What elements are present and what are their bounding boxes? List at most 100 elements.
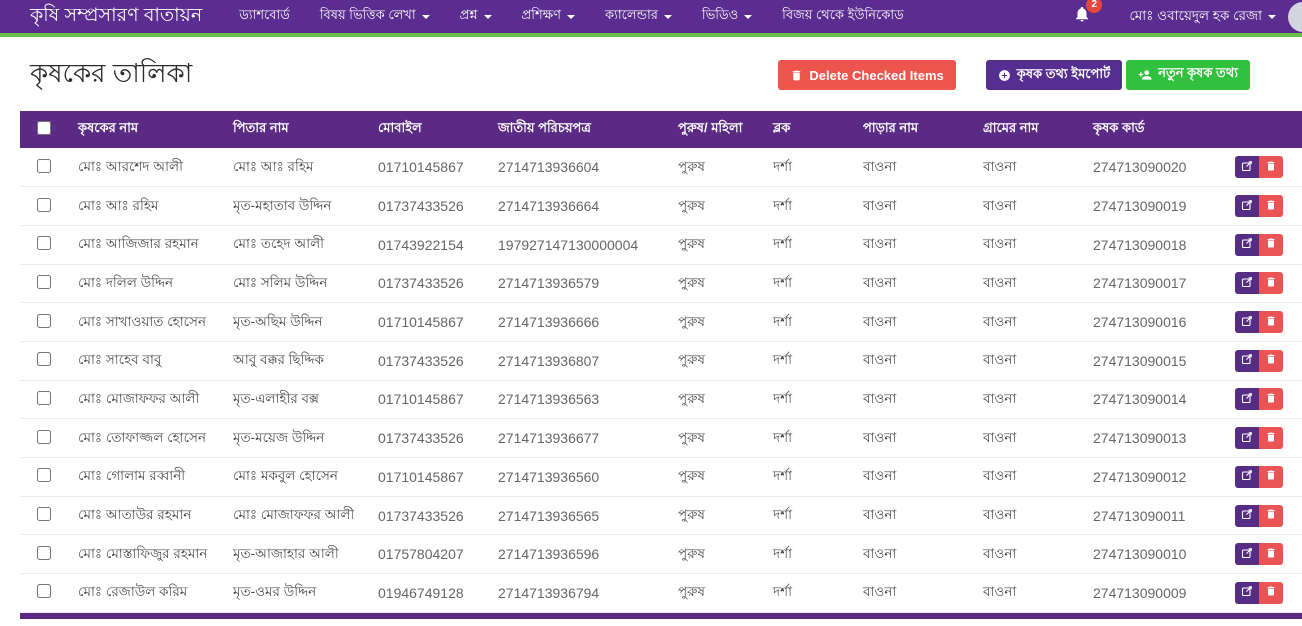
delete-button[interactable] <box>1259 156 1283 178</box>
farmer-name-cell: মোঃ মোস্তাফিজুর রহমান <box>70 535 225 574</box>
edit-button[interactable] <box>1235 156 1259 178</box>
row-checkbox[interactable] <box>37 430 51 444</box>
row-checkbox[interactable] <box>37 391 51 405</box>
delete-button[interactable] <box>1259 234 1283 256</box>
nav-item-5[interactable]: ভিডিও <box>687 6 767 27</box>
app-logo[interactable]: কৃষি সম্প্রসারণ বাতায়ন <box>30 1 202 33</box>
trash-icon <box>790 69 803 82</box>
actions-cell <box>1225 419 1302 458</box>
actions-cell <box>1225 458 1302 497</box>
row-checkbox-cell <box>20 380 70 419</box>
farmer-name-cell: মোঃ মোজাফফর আলী <box>70 380 225 419</box>
trash-icon <box>1265 585 1277 600</box>
delete-button[interactable] <box>1259 311 1283 333</box>
user-name: মোঃ ওবায়েদুল হক রেজা <box>1129 5 1262 28</box>
farmer-card-cell: 274713090015 <box>1085 341 1225 380</box>
row-checkbox[interactable] <box>37 314 51 328</box>
row-checkbox-cell <box>20 303 70 342</box>
edit-button[interactable] <box>1235 350 1259 372</box>
delete-button[interactable] <box>1259 543 1283 565</box>
edit-button[interactable] <box>1235 505 1259 527</box>
new-farmer-button[interactable]: নতুন কৃষক তথ্য <box>1126 60 1250 90</box>
row-checkbox[interactable] <box>37 468 51 482</box>
user-menu[interactable]: মোঃ ওবায়েদুল হক রেজা <box>1129 2 1302 32</box>
para-name-cell: বাওনা <box>855 341 975 380</box>
row-checkbox[interactable] <box>37 584 51 598</box>
navbar: কৃষি সম্প্রসারণ বাতায়ন ড্যাশবোর্ডবিষয় … <box>0 0 1302 37</box>
block-cell: দর্শা <box>765 458 855 497</box>
delete-checked-label: Delete Checked Items <box>809 68 943 83</box>
delete-button[interactable] <box>1259 195 1283 217</box>
row-checkbox[interactable] <box>37 236 51 250</box>
col-header-gender: পুরুষ/ মহিলা <box>670 111 765 148</box>
edit-button[interactable] <box>1235 466 1259 488</box>
gender-cell: পুরুষ <box>670 148 765 187</box>
edit-button[interactable] <box>1235 543 1259 565</box>
edit-button[interactable] <box>1235 272 1259 294</box>
table-row: মোঃ রেজাউল করিমমৃত-ওমর উদ্দিন01946749128… <box>20 574 1302 613</box>
delete-checked-button[interactable]: Delete Checked Items <box>778 60 955 90</box>
delete-button[interactable] <box>1259 505 1283 527</box>
row-checkbox[interactable] <box>37 159 51 173</box>
nid-cell: 2714713936563 <box>490 380 670 419</box>
nav-item-1[interactable]: বিষয় ভিত্তিক লেখা <box>305 6 445 27</box>
edit-button[interactable] <box>1235 234 1259 256</box>
trash-icon <box>1265 469 1277 484</box>
actions-cell <box>1225 574 1302 613</box>
delete-button[interactable] <box>1259 582 1283 604</box>
block-cell: দর্শা <box>765 574 855 613</box>
import-farmers-button[interactable]: কৃষক তথ্য ইমপোর্ট <box>986 60 1122 90</box>
row-checkbox[interactable] <box>37 275 51 289</box>
para-name-cell: বাওনা <box>855 225 975 264</box>
delete-button[interactable] <box>1259 388 1283 410</box>
father-name-cell: মোঃ মকবুল হোসেন <box>225 458 370 497</box>
edit-button[interactable] <box>1235 582 1259 604</box>
farmer-name-cell: মোঃ সাহেব বাবু <box>70 341 225 380</box>
mobile-cell: 01710145867 <box>370 303 490 342</box>
actions-cell <box>1225 187 1302 226</box>
table-row: মোঃ আতাউর রহমানমোঃ মোজাফফর আলী0173743352… <box>20 496 1302 535</box>
table-row: মোঃ তোফাজ্জল হোসেনমৃত-ময়েজ উদ্দিন017374… <box>20 419 1302 458</box>
actions-cell <box>1225 380 1302 419</box>
gender-cell: পুরুষ <box>670 496 765 535</box>
edit-button[interactable] <box>1235 388 1259 410</box>
mobile-cell: 01710145867 <box>370 458 490 497</box>
delete-button[interactable] <box>1259 466 1283 488</box>
notifications-button[interactable]: 2 <box>1073 5 1091 28</box>
edit-icon <box>1241 160 1253 175</box>
edit-button[interactable] <box>1235 311 1259 333</box>
delete-button[interactable] <box>1259 272 1283 294</box>
col-header-mobile: মোবাইল <box>370 111 490 148</box>
table-row: মোঃ দলিল উদ্দিনমোঃ সলিম উদ্দিন0173743352… <box>20 264 1302 303</box>
delete-button[interactable] <box>1259 427 1283 449</box>
user-plus-icon <box>1138 68 1152 82</box>
block-cell: দর্শা <box>765 148 855 187</box>
row-checkbox[interactable] <box>37 198 51 212</box>
mobile-cell: 01946749128 <box>370 574 490 613</box>
actions-cell <box>1225 148 1302 187</box>
select-all-checkbox[interactable] <box>37 121 51 135</box>
table-row: মোঃ গোলাম রব্বানীমোঃ মকবুল হোসেন01710145… <box>20 458 1302 497</box>
nav-item-3[interactable]: প্রশিক্ষণ <box>507 6 591 27</box>
chevron-down-icon <box>422 15 430 19</box>
para-name-cell: বাওনা <box>855 303 975 342</box>
edit-button[interactable] <box>1235 195 1259 217</box>
row-checkbox[interactable] <box>37 352 51 366</box>
nav-item-6[interactable]: বিজয় থেকে ইউনিকোড <box>767 6 919 27</box>
nav-item-4[interactable]: ক্যালেন্ডার <box>590 6 687 27</box>
farmer-card-cell: 274713090017 <box>1085 264 1225 303</box>
farmer-name-cell: মোঃ আরশেদ আলী <box>70 148 225 187</box>
toolbar: Delete Checked Items কৃষক তথ্য ইমপোর্ট ন… <box>778 60 1250 91</box>
row-checkbox[interactable] <box>37 546 51 560</box>
block-cell: দর্শা <box>765 380 855 419</box>
col-header-farmer-name: কৃষকের নাম <box>70 111 225 148</box>
nav-item-0[interactable]: ড্যাশবোর্ড <box>224 6 305 27</box>
edit-button[interactable] <box>1235 427 1259 449</box>
mobile-cell: 01737433526 <box>370 264 490 303</box>
trash-icon <box>1265 276 1277 291</box>
delete-button[interactable] <box>1259 350 1283 372</box>
new-farmer-label: নতুন কৃষক তথ্য <box>1158 64 1238 85</box>
mobile-cell: 01710145867 <box>370 380 490 419</box>
row-checkbox[interactable] <box>37 507 51 521</box>
nav-item-2[interactable]: প্রশ্ন <box>445 6 507 27</box>
